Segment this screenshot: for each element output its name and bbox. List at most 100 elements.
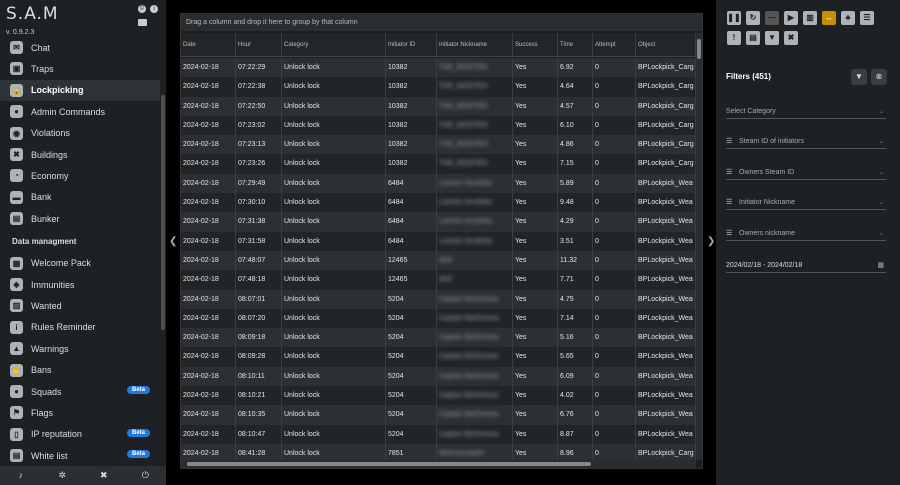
table-cell: Yes — [513, 386, 558, 406]
sidebar-item-bans[interactable]: ✋ Bans — [0, 360, 160, 381]
column-header-attempt[interactable]: Attempt — [593, 33, 636, 57]
vertical-scroll-thumb[interactable] — [697, 39, 701, 59]
collapse-right-icon[interactable]: ❯ — [707, 236, 715, 247]
resize-columns-icon[interactable]: ↔ — [822, 11, 836, 25]
initiator-nickname-dropdown[interactable]: ☰ Initiator Nickname ⌄ — [726, 196, 886, 210]
sidebar-item-rules-reminder[interactable]: i Rules Reminder — [0, 317, 160, 338]
table-row[interactable]: 2024-02-18 08:07:20 Unlock lock 5204 Captain… — [181, 308, 696, 329]
sidebar-item-wanted[interactable]: ▥ Wanted — [0, 295, 160, 316]
column-header-initiator-nickname[interactable]: Initiator Nickname — [437, 33, 513, 57]
table-cell: THE_MOOTEH — [437, 115, 513, 136]
sidebar-item-white-list[interactable]: ▤ White list Beta — [0, 445, 160, 464]
table-row[interactable]: 2024-02-18 08:10:11 Unlock lock 5204 Captain… — [181, 366, 696, 387]
sidebar-item-buildings[interactable]: ✖ Buildings — [0, 144, 160, 165]
sidebar-item-chat[interactable]: ✉ Chat — [0, 38, 160, 58]
owners-steam-id-dropdown[interactable]: ☰ Owners Steam ID ⌄ — [726, 166, 886, 180]
collapse-left-icon[interactable]: ❮ — [169, 236, 177, 247]
sidebar-item-traps[interactable]: ▣ Traps — [0, 58, 160, 79]
table-row[interactable]: 2024-02-18 07:23:02 Unlock lock 10382 THE_MO… — [181, 115, 696, 136]
column-header-date[interactable]: Date — [181, 33, 236, 57]
sidebar-item-lockpicking[interactable]: 🔒 Lockpicking — [0, 79, 160, 101]
horizontal-scroll-thumb[interactable] — [187, 462, 591, 466]
filter-icon[interactable]: ▼ — [851, 69, 867, 85]
table-row[interactable]: 2024-02-18 07:48:18 Unlock lock 12465 Mell Ye… — [181, 270, 696, 290]
table-cell: 2024-02-18 — [181, 347, 236, 367]
wanted-icon: ▥ — [10, 299, 23, 313]
table-row[interactable]: 2024-02-18 07:30:10 Unlock lock 6484 Loeshe … — [181, 193, 696, 213]
table-row[interactable]: 2024-02-18 08:09:18 Unlock lock 5204 Captain… — [181, 328, 696, 348]
table-row[interactable]: 2024-02-18 07:22:29 Unlock lock 10382 THE_MO… — [181, 58, 696, 78]
column-header-success[interactable]: Success — [513, 33, 558, 57]
table-row[interactable]: 2024-02-18 08:09:28 Unlock lock 5204 Captain… — [181, 347, 696, 367]
date-range-picker[interactable]: 2024/02/18 - 2024/02/18 ▦ — [726, 259, 886, 273]
column-header-time[interactable]: Time — [558, 33, 593, 57]
bell-icon[interactable]: ♪ — [16, 471, 25, 480]
table-row[interactable]: 2024-02-18 08:41:28 Unlock lock 7851 Melonpu… — [181, 443, 696, 460]
refresh-icon[interactable]: ↻ — [746, 11, 760, 25]
table-row[interactable]: 2024-02-18 08:10:47 Unlock lock 5204 Captain… — [181, 424, 696, 444]
owners-nickname-dropdown[interactable]: ☰ Owners nickname ⌄ — [726, 227, 886, 241]
tools-icon[interactable]: ✖ — [784, 31, 798, 45]
sidebar-item-bank[interactable]: ▬ Bank — [0, 187, 160, 208]
pause-icon[interactable]: ❚❚ — [727, 11, 741, 25]
list-icon[interactable]: ☰ — [860, 11, 874, 25]
column-header-initiator-id[interactable]: Initiator ID — [386, 33, 437, 57]
steam-id-initiators-dropdown[interactable]: ☰ Steam ID of initiators ⌄ — [726, 135, 886, 149]
minus-icon[interactable]: — — [765, 11, 779, 25]
table-cell: 08:10:47 — [236, 424, 282, 444]
tools-icon[interactable]: ✖ — [99, 471, 108, 480]
columns-icon[interactable]: ▥ — [803, 11, 817, 25]
table-row[interactable]: 2024-02-18 07:23:13 Unlock lock 10382 THE_MO… — [181, 135, 696, 155]
sidebar-item-welcome-pack[interactable]: ▦ Welcome Pack — [0, 253, 160, 274]
group-drop-zone[interactable]: Drag a column and drop it here to group … — [181, 14, 702, 31]
column-header-object[interactable]: Object — [636, 33, 696, 57]
sidebar-item-bunker[interactable]: ▤ Bunker — [0, 208, 160, 229]
table-row[interactable]: 2024-02-18 07:23:26 Unlock lock 10382 THE_MO… — [181, 154, 696, 174]
copyright-icon[interactable]: © — [138, 5, 146, 13]
document-icon[interactable]: ▤ — [746, 31, 760, 45]
table-cell: Unlock lock — [282, 231, 386, 251]
sidebar-item-label: Admin Commands — [31, 106, 106, 117]
table-row[interactable]: 2024-02-18 07:22:50 Unlock lock 10382 THE_MO… — [181, 96, 696, 116]
sidebar-item-label: Bank — [31, 192, 52, 203]
group-icon[interactable]: ♣ — [841, 11, 855, 25]
export-icon[interactable]: ▶ — [784, 11, 798, 25]
table-cell: 07:23:02 — [236, 115, 282, 136]
sidebar-item-flags[interactable]: ⚑ Flags — [0, 402, 160, 423]
steam-id-initiators-label: Steam ID of initiators — [739, 138, 804, 145]
table-row[interactable]: 2024-02-18 07:31:38 Unlock lock 6484 Loeshe … — [181, 212, 696, 232]
sidebar-scrollbar[interactable] — [161, 95, 165, 330]
column-header-hour[interactable]: Hour — [236, 33, 282, 57]
table-row[interactable]: 2024-02-18 08:07:01 Unlock lock 5204 Captain… — [181, 289, 696, 309]
table-cell: 2024-02-18 — [181, 250, 236, 271]
table-row[interactable]: 2024-02-18 08:10:35 Unlock lock 5204 Captain… — [181, 405, 696, 425]
table-row[interactable]: 2024-02-18 07:31:58 Unlock lock 6484 Loeshe … — [181, 231, 696, 251]
keyboard-icon[interactable] — [138, 19, 147, 26]
grid-vertical-scrollbar[interactable] — [696, 33, 702, 460]
table-cell: Yes — [513, 289, 558, 309]
table-cell: BPLockpick_Wea — [636, 289, 696, 309]
sidebar-item-economy[interactable]: ◔ Economy — [0, 165, 160, 186]
download-icon[interactable]: ▼ — [765, 31, 779, 45]
select-category-dropdown[interactable]: Select Category ⌄ — [726, 105, 886, 119]
sidebar-item-violations[interactable]: ◉ Violations — [0, 123, 160, 144]
sidebar-item-immunities[interactable]: ◈ Immunities — [0, 274, 160, 295]
clear-filter-icon[interactable]: ⊗ — [871, 69, 887, 85]
alert-icon[interactable]: ! — [727, 31, 741, 45]
table-row[interactable]: 2024-02-18 07:29:49 Unlock lock 6484 Loeshe … — [181, 173, 696, 194]
beta-badge: Beta — [126, 386, 150, 394]
column-header-category[interactable]: Category — [282, 33, 386, 57]
table-cell: Yes — [513, 77, 558, 97]
grid-horizontal-scrollbar[interactable] — [181, 460, 696, 468]
table-row[interactable]: 2024-02-18 07:22:38 Unlock lock 10382 THE_MO… — [181, 77, 696, 97]
sidebar-item-squads[interactable]: ● Squads Beta — [0, 381, 160, 402]
info-icon[interactable]: i — [150, 5, 158, 13]
sidebar-item-warnings[interactable]: ▲ Warnings — [0, 338, 160, 359]
table-row[interactable]: 2024-02-18 07:48:07 Unlock lock 12465 Mell Ye… — [181, 250, 696, 271]
table-row[interactable]: 2024-02-18 08:10:21 Unlock lock 5204 Captain… — [181, 386, 696, 406]
gear-icon[interactable]: ✲ — [58, 471, 67, 480]
table-cell: 11.32 — [558, 250, 593, 271]
sidebar-item-ip-reputation[interactable]: ▯ IP reputation Beta — [0, 424, 160, 445]
sidebar-item-admin-commands[interactable]: ● Admin Commands — [0, 101, 160, 122]
power-icon[interactable]: ⏻ — [141, 471, 150, 480]
